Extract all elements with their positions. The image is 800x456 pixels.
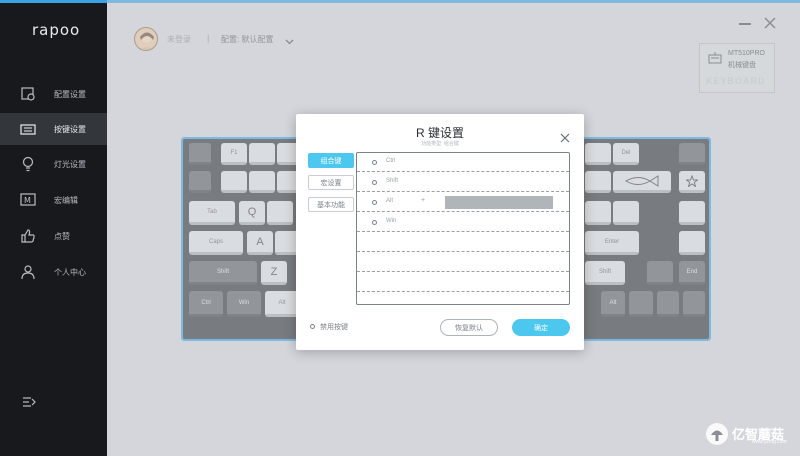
- option-label: Shift: [386, 178, 399, 184]
- tab-combo-key[interactable]: 组合键: [308, 153, 354, 168]
- option-label: Win: [386, 218, 397, 224]
- restore-default-button[interactable]: 恢复默认: [440, 319, 498, 336]
- checkbox[interactable]: [372, 200, 377, 205]
- collapse-menu-icon[interactable]: [22, 395, 36, 407]
- sidebar-item-label: 按键设置: [54, 124, 86, 134]
- sidebar-item-key-settings[interactable]: 按键设置: [0, 113, 107, 145]
- disable-key-label[interactable]: 禁用按键: [320, 322, 348, 332]
- option-empty: [357, 293, 569, 305]
- sidebar-item-like[interactable]: 点赞: [0, 220, 107, 252]
- keyboard-icon: [20, 121, 36, 137]
- key-input-field[interactable]: [445, 196, 553, 209]
- checkbox[interactable]: [372, 220, 377, 225]
- disable-key-radio[interactable]: [310, 324, 315, 329]
- watermark: 亿智蘑菇 www.yzmg.com: [704, 422, 796, 446]
- option-alt[interactable]: Alt +: [357, 193, 569, 212]
- option-shift[interactable]: Shift: [357, 173, 569, 192]
- option-label: Ctrl: [386, 158, 396, 164]
- checkbox[interactable]: [372, 180, 377, 185]
- plus-sign: +: [421, 197, 426, 204]
- sidebar-item-label: 配置设置: [54, 89, 86, 99]
- tab-macro[interactable]: 宏设置: [308, 175, 354, 190]
- close-icon[interactable]: [560, 130, 570, 143]
- app-logo: rapoo: [32, 21, 81, 39]
- checkbox[interactable]: [372, 160, 377, 165]
- option-label: Alt: [386, 198, 394, 204]
- settings-device-icon: [20, 86, 36, 102]
- option-empty: [357, 273, 569, 292]
- macro-icon: M: [20, 192, 36, 208]
- sidebar-item-macro[interactable]: M 宏编辑: [0, 184, 107, 216]
- sidebar-item-label: 宏编辑: [54, 195, 78, 205]
- sidebar-item-label: 点赞: [54, 231, 70, 241]
- option-win[interactable]: Win: [357, 213, 569, 232]
- sidebar-item-user-center[interactable]: 个人中心: [0, 256, 107, 288]
- sidebar-item-label: 个人中心: [54, 267, 86, 277]
- dialog-title: R 键设置: [415, 126, 464, 140]
- option-ctrl[interactable]: Ctrl: [357, 153, 569, 172]
- option-empty: [357, 233, 569, 252]
- watermark-logo-icon: [706, 423, 728, 445]
- watermark-url: www.yzmg.com: [752, 439, 787, 445]
- thumbs-up-icon: [20, 228, 36, 244]
- sidebar-item-lighting[interactable]: 灯光设置: [0, 148, 107, 180]
- tab-basic-function[interactable]: 基本功能: [308, 197, 354, 212]
- user-icon: [20, 264, 36, 280]
- confirm-button[interactable]: 确定: [512, 319, 570, 336]
- dialog-subtitle: 功能类型: 组合键: [421, 141, 459, 147]
- key-settings-dialog: R 键设置 功能类型: 组合键 组合键 宏设置 基本功能 Ctrl Shift …: [296, 114, 584, 350]
- sidebar: rapoo 配置设置 按键设置 灯光设置 M 宏编辑 点赞 个人中心: [0, 0, 107, 456]
- sidebar-item-label: 灯光设置: [54, 159, 86, 169]
- svg-text:M: M: [24, 196, 31, 205]
- lightbulb-icon: [20, 156, 36, 172]
- option-empty: [357, 253, 569, 272]
- option-list: Ctrl Shift Alt + Win: [356, 152, 570, 305]
- sidebar-item-profile-settings[interactable]: 配置设置: [0, 78, 107, 110]
